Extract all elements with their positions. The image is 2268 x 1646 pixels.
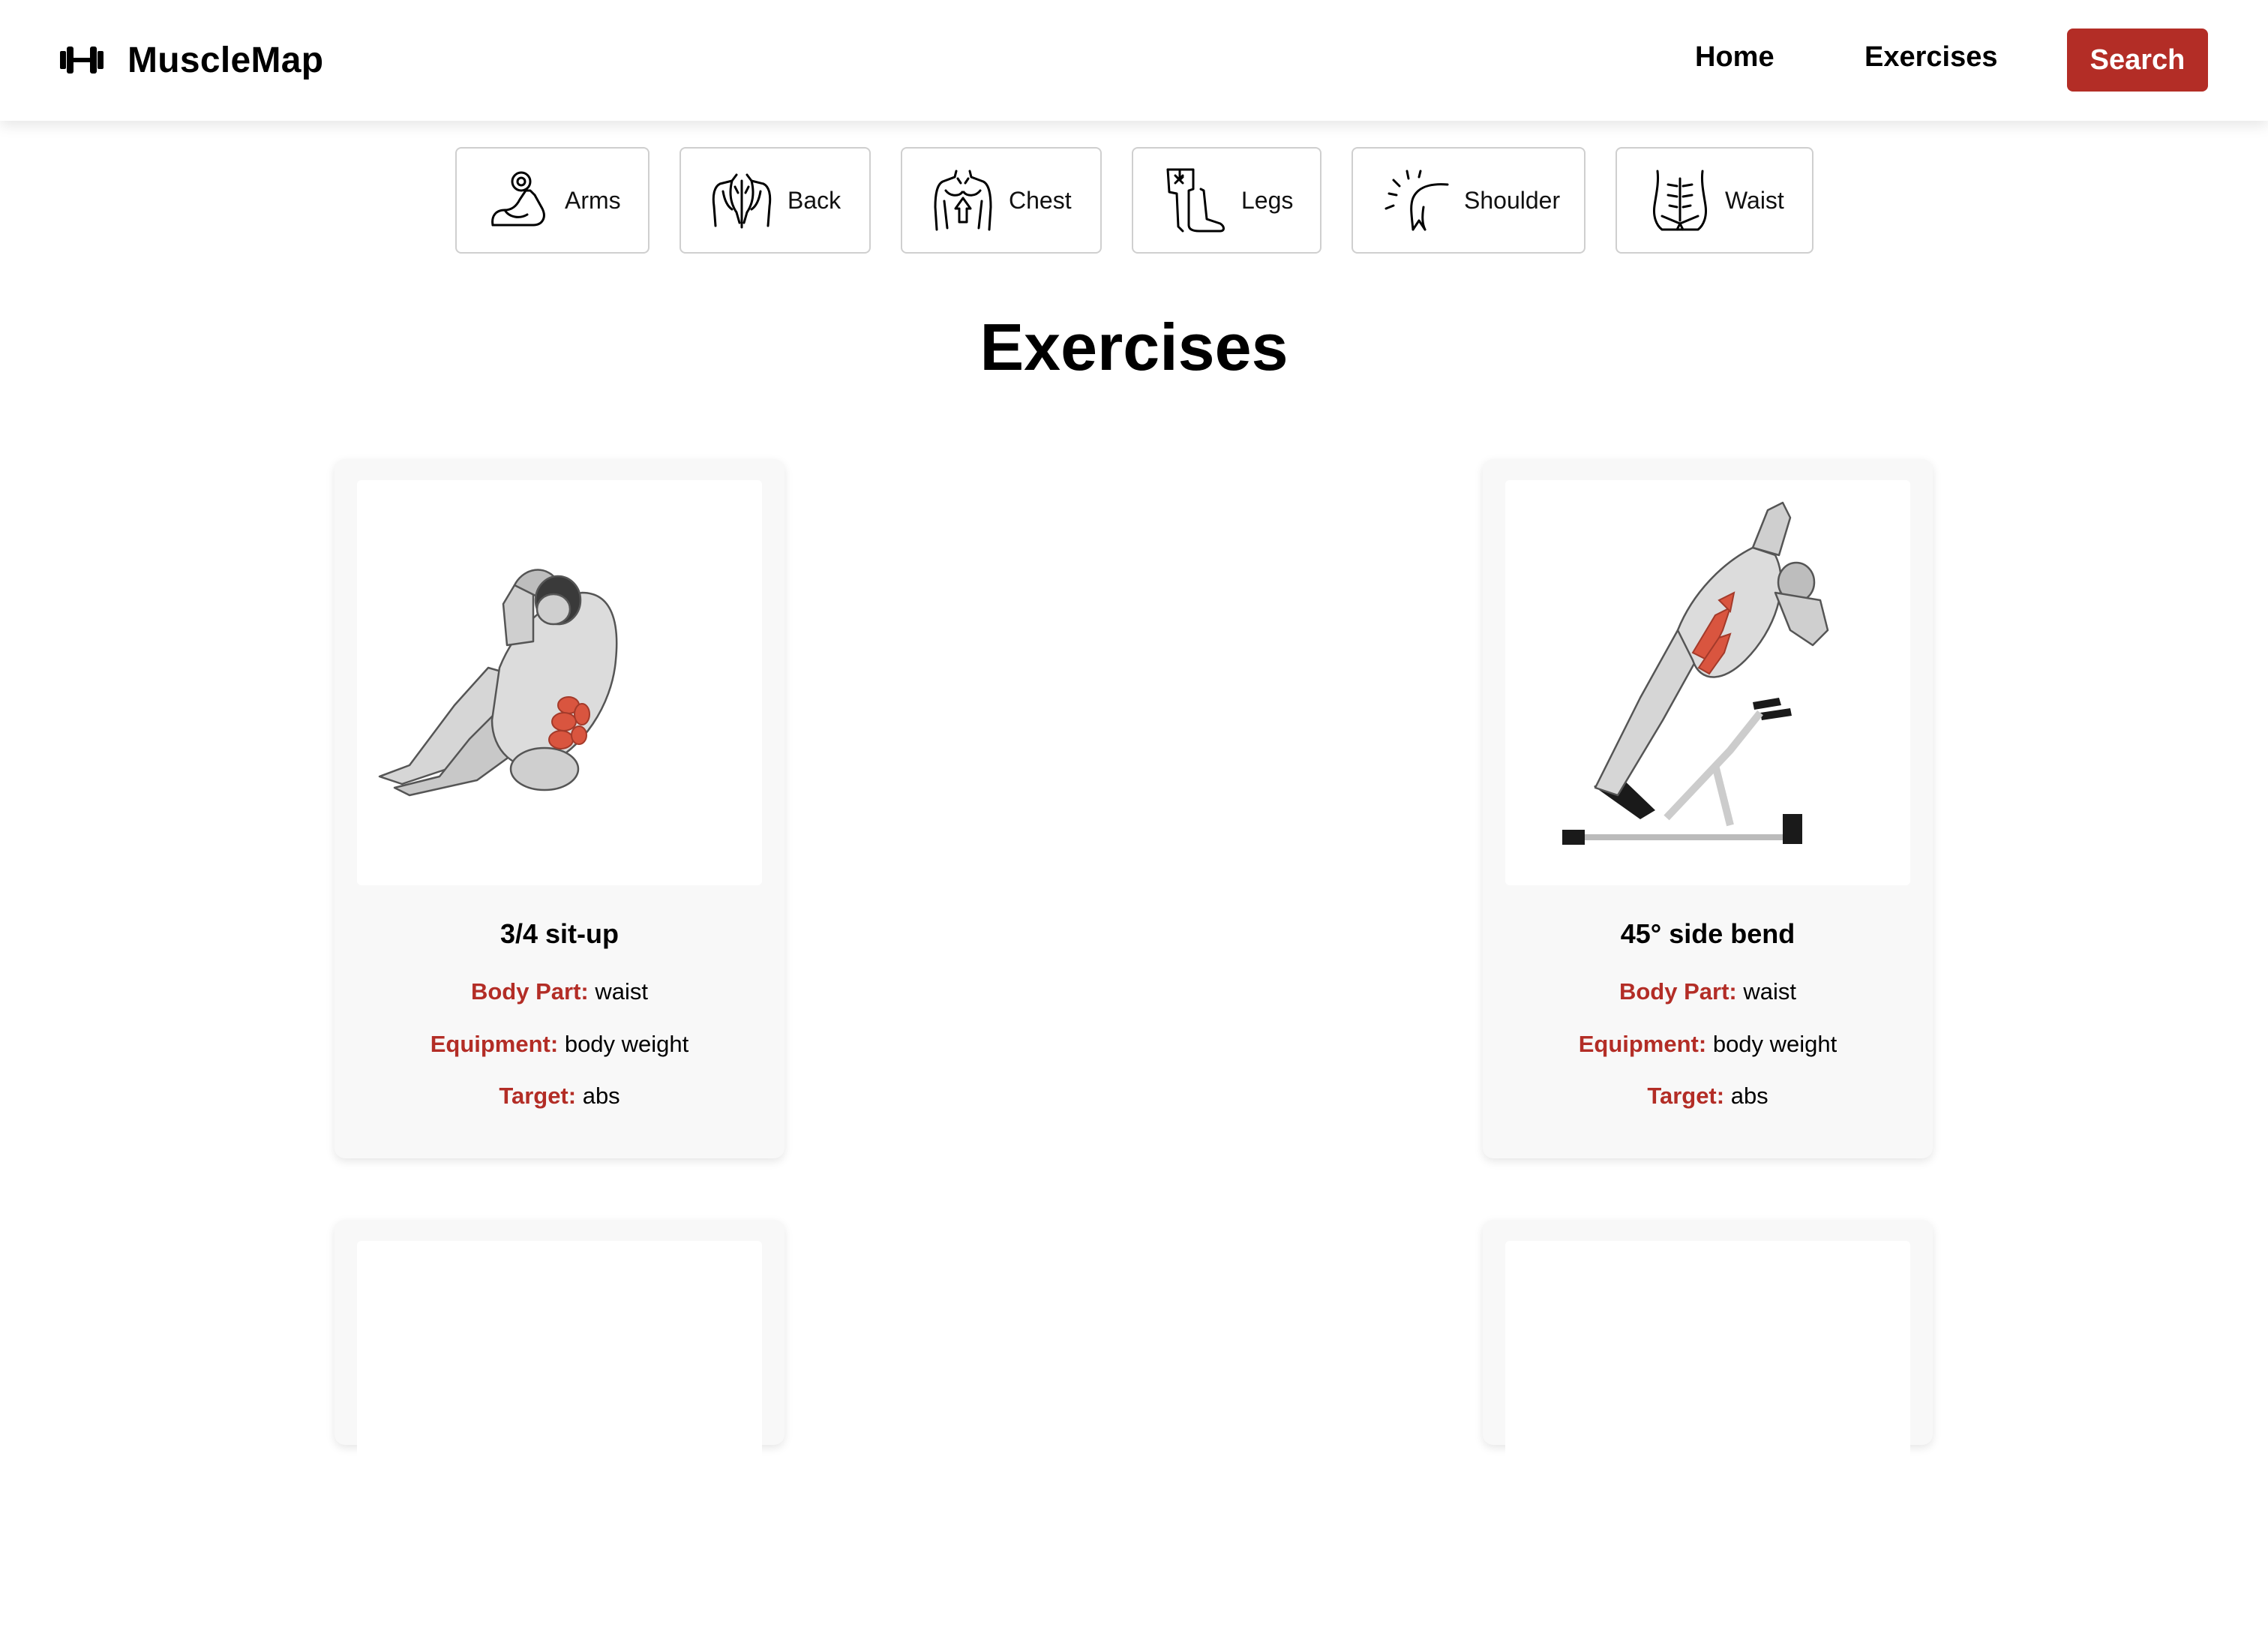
arm-icon <box>491 171 545 227</box>
search-button[interactable]: Search <box>2067 29 2208 92</box>
brand[interactable]: MuscleMap <box>58 38 323 83</box>
exercise-equipment: Equipment: body weight <box>1483 1031 1933 1058</box>
equipment-label: Equipment: <box>1578 1031 1707 1057</box>
exercise-card[interactable]: 3/4 sit-up Body Part: waist Equipment: b… <box>334 459 784 1158</box>
exercise-image <box>1505 480 1910 885</box>
body-part-value: waist <box>595 978 648 1005</box>
exercise-card[interactable]: 45° side bend Body Part: waist Equipment… <box>1483 459 1933 1158</box>
target-value: abs <box>582 1083 620 1109</box>
category-label-back: Back <box>788 186 842 214</box>
exercise-name: 45° side bend <box>1620 918 1796 949</box>
category-chip-arms[interactable]: Arms <box>455 147 650 254</box>
navbar: MuscleMap Home Exercises Search <box>0 0 2268 121</box>
equipment-value: body weight <box>1712 1031 1838 1057</box>
legs-icon <box>1166 168 1225 233</box>
equipment-label: Equipment: <box>430 1031 559 1057</box>
category-chip-waist[interactable]: Waist <box>1616 147 1814 254</box>
waist-icon <box>1653 170 1707 231</box>
exercise-image <box>357 1241 762 1646</box>
body-part-label: Body Part: <box>1618 978 1737 1005</box>
body-part-value: waist <box>1743 978 1796 1005</box>
exercise-card[interactable] <box>1483 1220 1933 1646</box>
category-label-waist: Waist <box>1725 186 1784 214</box>
exercise-equipment: Equipment: body weight <box>334 1031 784 1058</box>
exercise-name: 3/4 sit-up <box>500 918 620 949</box>
target-label: Target: <box>1647 1083 1725 1109</box>
category-chip-legs[interactable]: Legs <box>1132 147 1322 254</box>
category-chip-shoulder[interactable]: Shoulder <box>1352 147 1586 254</box>
exercise-target: Target: abs <box>1483 1083 1933 1110</box>
nav-exercises-link[interactable]: Exercises <box>1864 41 1998 74</box>
page-title: Exercises <box>980 310 1288 384</box>
target-value: abs <box>1730 1083 1768 1109</box>
exercise-body-part: Body Part: waist <box>1483 978 1933 1005</box>
exercise-card[interactable] <box>334 1220 784 1646</box>
category-chip-back[interactable]: Back <box>680 147 871 254</box>
exercise-body-part: Body Part: waist <box>334 978 784 1005</box>
chest-icon <box>934 170 992 231</box>
category-label-legs: Legs <box>1241 186 1294 214</box>
category-chip-chest[interactable]: Chest <box>901 147 1102 254</box>
equipment-value: body weight <box>564 1031 689 1057</box>
category-label-chest: Chest <box>1009 186 1072 214</box>
back-icon <box>712 173 772 229</box>
category-label-arms: Arms <box>565 186 621 214</box>
brand-name: MuscleMap <box>128 40 324 80</box>
body-part-label: Body Part: <box>470 978 589 1005</box>
dumbbell-icon <box>60 47 104 74</box>
nav-home-link[interactable]: Home <box>1695 41 1774 74</box>
exercise-image <box>1505 1241 1910 1646</box>
shoulder-icon <box>1384 170 1449 231</box>
exercise-image <box>357 480 762 885</box>
category-label-shoulder: Shoulder <box>1464 186 1561 214</box>
target-label: Target: <box>499 1083 577 1109</box>
exercise-target: Target: abs <box>334 1083 784 1110</box>
